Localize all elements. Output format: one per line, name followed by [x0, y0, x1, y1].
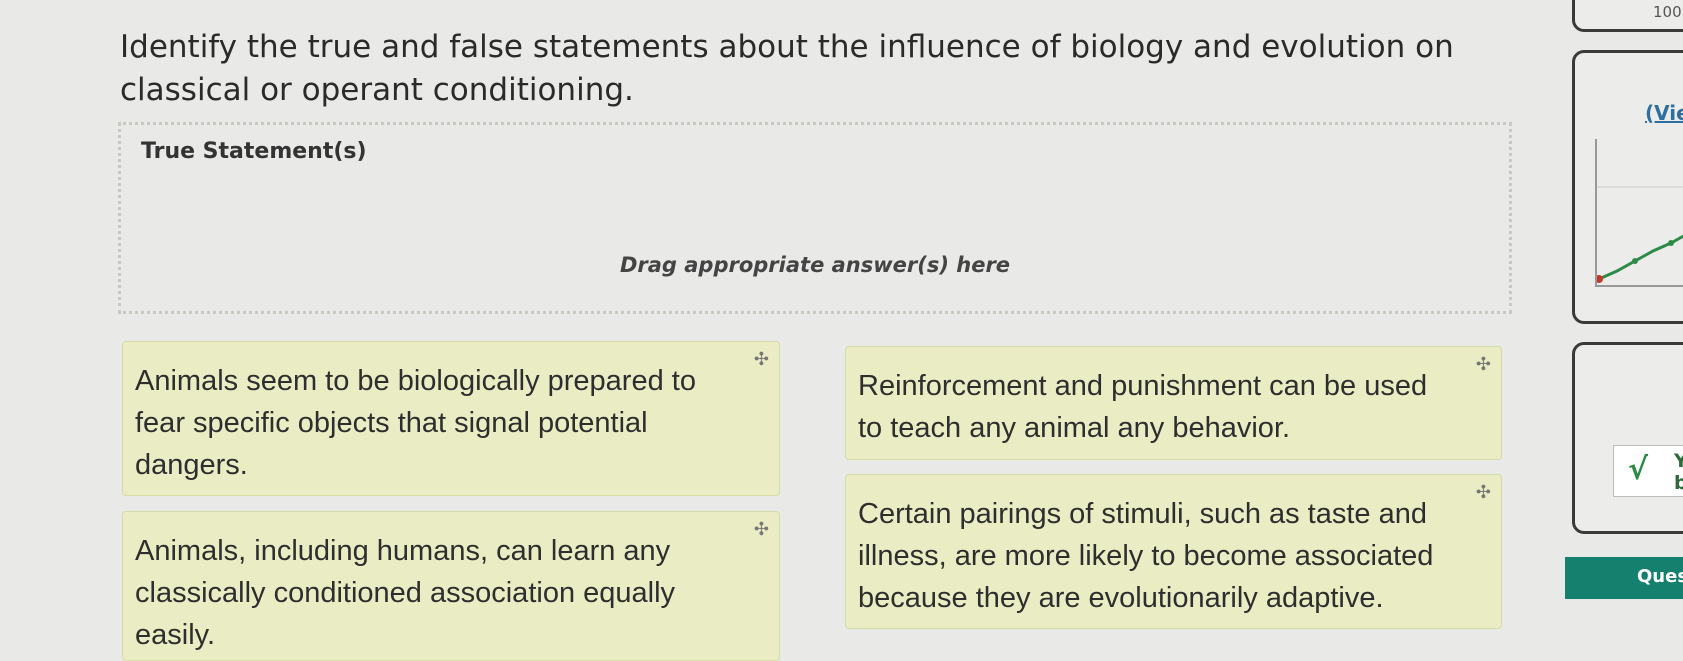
- dropzone-hint: Drag appropriate answer(s) here: [619, 253, 1011, 277]
- progress-graph-svg: [1595, 186, 1683, 283]
- view-link[interactable]: (Vie: [1645, 101, 1683, 125]
- graph-point: [1668, 240, 1674, 246]
- answer-card-text: Animals seem to be biologically prepared…: [135, 365, 696, 481]
- question-nav-button[interactable]: Quest: [1565, 557, 1683, 599]
- status-badge: √ Yc be: [1613, 445, 1683, 497]
- status-text: Yc be: [1674, 450, 1683, 494]
- answer-card-taste-illness[interactable]: Certain pairings of stimuli, such as tas…: [845, 474, 1502, 629]
- answer-card-reinforcement[interactable]: Reinforcement and punishment can be used…: [845, 346, 1502, 460]
- answer-card-prepared-fear[interactable]: Animals seem to be biologically prepared…: [122, 341, 780, 496]
- answer-card-text: Reinforcement and punishment can be used…: [858, 370, 1428, 444]
- move-icon: ✣: [1475, 482, 1491, 502]
- move-icon: ✣: [753, 519, 769, 539]
- graph-point: [1632, 258, 1638, 264]
- move-icon: ✣: [753, 349, 769, 369]
- progress-graph: [1595, 139, 1683, 287]
- answer-card-text: Certain pairings of stimuli, such as tas…: [858, 498, 1434, 614]
- status-box: √ Yc be: [1572, 342, 1683, 534]
- dropzone-title: True Statement(s): [141, 139, 367, 164]
- question-text: Identify the true and false statements a…: [120, 29, 1454, 108]
- check-icon: √: [1628, 452, 1649, 487]
- answer-card-text: Animals, including humans, can learn any…: [135, 535, 676, 651]
- move-icon: ✣: [1475, 354, 1491, 374]
- answer-card-any-association[interactable]: Animals, including humans, can learn any…: [122, 511, 780, 661]
- progress-graph-box: (Vie: [1572, 50, 1683, 324]
- true-statements-dropzone[interactable]: True Statement(s) Drag appropriate answe…: [118, 122, 1512, 314]
- score-text: 100 p: [1653, 3, 1683, 21]
- score-box: 100 p: [1572, 0, 1683, 32]
